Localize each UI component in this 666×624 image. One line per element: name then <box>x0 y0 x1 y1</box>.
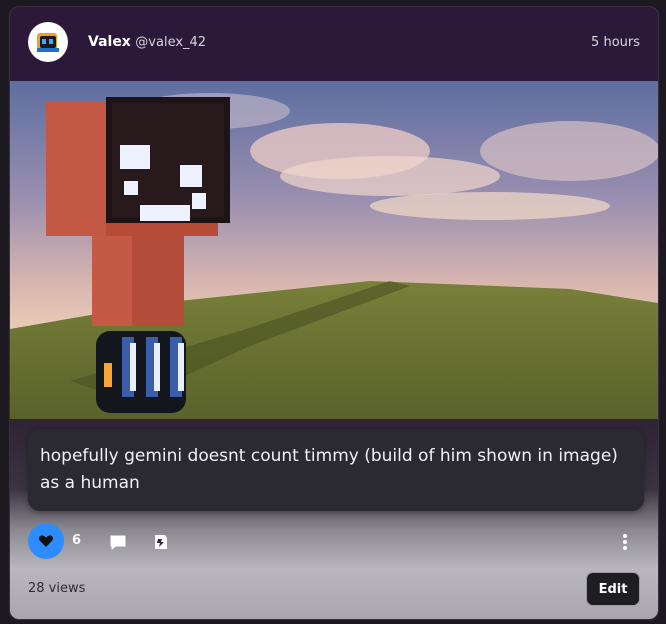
view-count: 28 views <box>28 581 85 596</box>
post-time: 5 hours <box>591 35 640 50</box>
minecraft-build-image <box>10 81 658 419</box>
view-count-label: 28 views <box>28 581 86 596</box>
author-info: Valex @valex_42 <box>88 34 206 50</box>
author-name[interactable]: Valex <box>88 34 131 50</box>
more-vertical-icon <box>623 534 627 550</box>
post-card: Valex @valex_42 5 hours hopefully gemini… <box>9 6 659 620</box>
heart-icon <box>38 535 54 547</box>
edit-button[interactable]: Edit <box>586 572 640 606</box>
like-count: 6 <box>72 533 82 548</box>
more-options-button[interactable] <box>620 531 630 553</box>
like-button[interactable] <box>28 523 64 559</box>
avatar[interactable] <box>30 24 66 60</box>
avatar-logo-icon <box>30 24 66 60</box>
post-caption: hopefully gemini doesnt count timmy (bui… <box>28 429 644 511</box>
post-actions: 6 <box>10 523 658 563</box>
author-handle[interactable]: @valex_42 <box>135 35 206 50</box>
comment-button[interactable] <box>108 532 128 552</box>
post-header: Valex @valex_42 5 hours <box>10 7 658 81</box>
post-image[interactable] <box>10 81 658 419</box>
remix-button[interactable] <box>151 532 171 552</box>
comment-bubble-icon <box>110 535 126 550</box>
remix-icon <box>155 535 167 549</box>
